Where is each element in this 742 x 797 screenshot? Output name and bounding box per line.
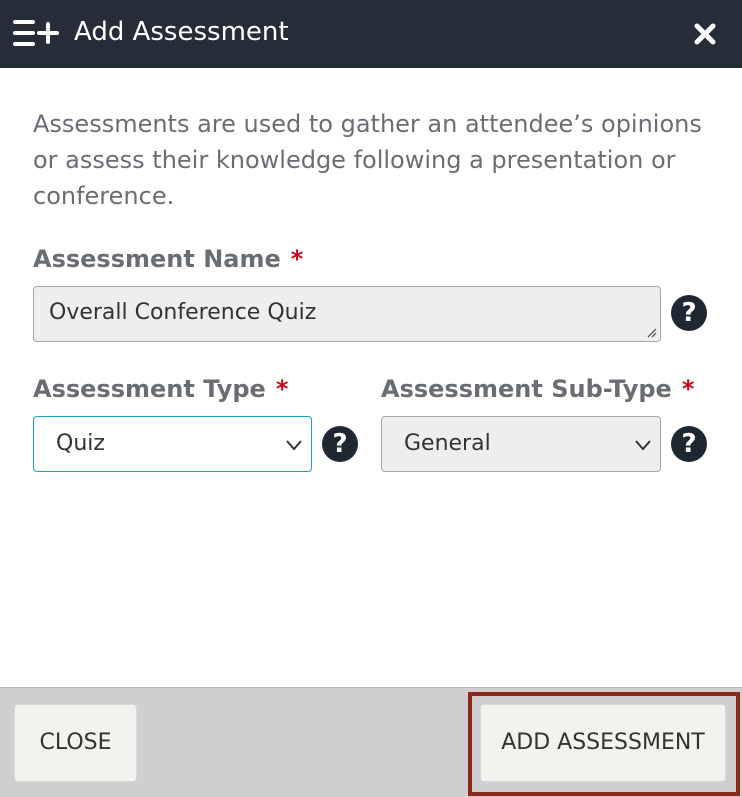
assessment-type-label: Assessment Type * [33, 373, 288, 405]
assessment-type-value: Quiz [56, 431, 105, 456]
assessment-name-input[interactable]: Overall Conference Quiz [33, 286, 661, 342]
chevron-down-icon [286, 440, 302, 451]
assessment-type-label-text: Assessment Type [33, 375, 266, 403]
required-marker: * [275, 375, 289, 403]
assessment-name-help-icon[interactable]: ? [671, 295, 707, 331]
dialog-title: Add Assessment [74, 17, 289, 47]
intro-text: Assessments are used to gather an attend… [33, 110, 702, 210]
assessment-subtype-label-text: Assessment Sub-Type [381, 375, 672, 403]
assessment-type-help-icon[interactable]: ? [322, 426, 358, 462]
assessment-name-value: Overall Conference Quiz [49, 300, 317, 325]
chevron-down-icon [635, 440, 651, 451]
list-add-icon [13, 20, 59, 46]
assessment-name-label: Assessment Name * [33, 243, 303, 275]
dialog-header: Add Assessment [0, 0, 742, 68]
assessment-name-label-text: Assessment Name [33, 245, 281, 273]
assessment-subtype-help-icon[interactable]: ? [671, 426, 707, 462]
assessment-subtype-select[interactable]: General [381, 416, 661, 472]
required-marker: * [681, 375, 695, 403]
resize-handle-icon[interactable] [645, 326, 657, 338]
assessment-subtype-label: Assessment Sub-Type * [381, 373, 694, 405]
assessment-subtype-value: General [404, 431, 491, 456]
close-icon[interactable] [690, 19, 720, 49]
dialog-footer: CLOSE ADD ASSESSMENT [0, 687, 742, 797]
assessment-type-select[interactable]: Quiz [33, 416, 312, 472]
add-assessment-button[interactable]: ADD ASSESSMENT [480, 704, 726, 782]
required-marker: * [290, 245, 304, 273]
close-button[interactable]: CLOSE [14, 704, 137, 782]
